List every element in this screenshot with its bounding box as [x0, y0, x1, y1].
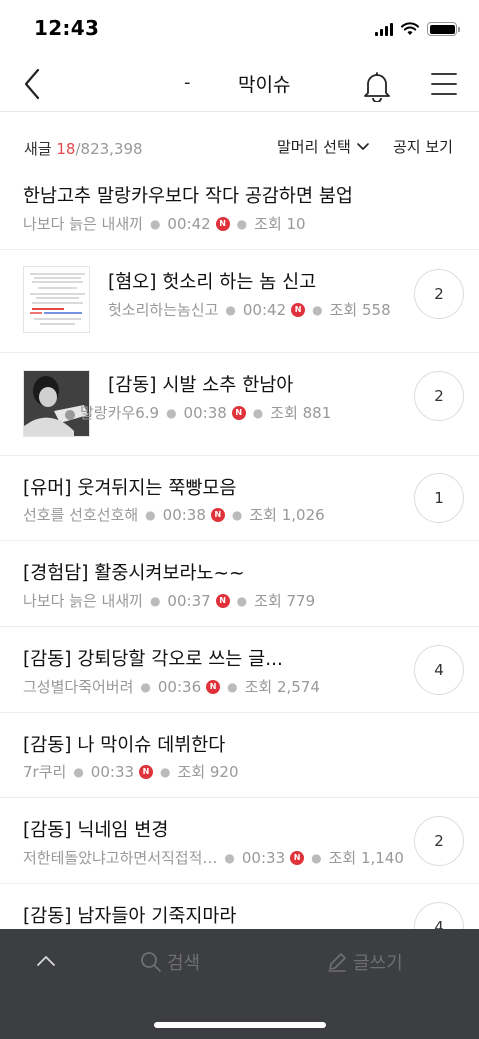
post-time: 00:42 — [167, 214, 211, 233]
post-title: [경험담] 활중시켜보라노~~ — [23, 563, 245, 584]
comment-count-badge[interactable]: 2 — [414, 816, 464, 866]
new-posts-count: 18 — [56, 140, 76, 158]
post-time: 00:33 — [90, 762, 135, 781]
write-label: 글쓰기 — [353, 953, 403, 974]
post-meta: 7r쿠리 ● 00:33 N ● 조회 920 — [23, 762, 239, 782]
bottom-toolbar: 검색 글쓰기 — [0, 929, 479, 1039]
post-author: 저한테돌았냐고하면서직접적… — [23, 849, 218, 867]
new-badge: N — [210, 507, 225, 522]
prefix-select-dropdown[interactable]: 말머리 선택 — [277, 136, 369, 157]
post-author: 나보다 늙은 내새끼 — [23, 592, 143, 610]
post-title: [감동] 강퇴당할 각오로 쓰는 글... — [23, 649, 283, 670]
chevron-down-icon — [356, 142, 369, 150]
new-badge: N — [206, 679, 221, 694]
write-button[interactable]: 글쓰기 — [326, 949, 403, 975]
new-badge: N — [231, 405, 246, 420]
post-title: 한남고추 말랑카우보다 작다 공감하면 붐업 — [23, 186, 353, 207]
list-item[interactable]: [유머] 웃겨뒤지는 쭉빵모음 선호를 선호선호해 ● 00:38 N ● 조회 1,02… — [0, 456, 479, 541]
list-item[interactable]: 한남고추 말랑카우보다 작다 공감하면 붐업 나보다 늙은 내새끼 ● 00:42 N… — [0, 164, 479, 250]
cellular-signal-icon — [375, 22, 393, 36]
chevron-up-icon[interactable] — [34, 949, 58, 973]
post-title: [감동] 나 막이슈 데뷔한다 — [23, 735, 226, 756]
status-time: 12:43 — [34, 16, 100, 40]
post-time: 00:38 — [183, 403, 227, 422]
post-time: 00:36 — [157, 677, 202, 696]
prefix-select-label: 말머리 선택 — [277, 138, 351, 156]
pencil-icon — [328, 953, 346, 972]
battery-icon — [427, 22, 460, 36]
list-item[interactable]: [감동] 나 막이슈 데뷔한다 7r쿠리 ● 00:33 N ● 조회 920 — [0, 713, 479, 798]
status-bar: 12:43 — [0, 0, 479, 56]
post-views: 조회 558 — [329, 301, 391, 319]
post-title: [감동] 닉네임 변경 — [23, 820, 169, 841]
post-time: 00:33 — [241, 848, 286, 867]
post-meta: 저한테돌았냐고하면서직접적… ● 00:33 N ● 조회 1,140 — [23, 848, 404, 868]
new-badge: N — [215, 216, 230, 231]
post-author: 헛소리하는놈신고 — [108, 301, 219, 319]
list-item[interactable]: [감동] 시발 소추 한남아 말랑카우6.9 ● 00:38 N ● 조회 881 2 — [0, 353, 479, 456]
post-meta: 말랑카우6.9 ● 00:38 N ● 조회 881 — [80, 403, 332, 423]
post-meta: 나보다 늙은 내새끼 ● 00:37 N ● 조회 779 — [23, 591, 316, 611]
post-time: 00:38 — [162, 505, 206, 524]
post-title: [감동] 남자들아 기죽지마라 — [23, 906, 237, 927]
back-icon[interactable] — [18, 66, 50, 102]
search-icon — [141, 952, 161, 972]
home-indicator[interactable] — [154, 1022, 326, 1028]
new-posts-label: 새글 — [24, 140, 52, 158]
post-title: [유머] 웃겨뒤지는 쭉빵모음 — [23, 478, 237, 499]
post-views: 조회 1,140 — [328, 849, 404, 867]
comment-count-badge[interactable]: 1 — [414, 473, 464, 523]
new-badge: N — [291, 302, 306, 317]
app-header: - 막이슈 — [0, 56, 479, 112]
status-icons — [375, 22, 460, 36]
post-author: 그성별다죽어버려 — [23, 678, 134, 696]
list-item[interactable]: [감동] 강퇴당할 각오로 쓰는 글... 그성별다죽어버려 ● 00:36 N ● 조회… — [0, 627, 479, 713]
new-badge: N — [139, 764, 154, 779]
post-meta: 나보다 늙은 내새끼 ● 00:42 N ● 조회 10 — [23, 214, 306, 234]
list-item[interactable]: [혐오] 헛소리 하는 놈 신고 헛소리하는놈신고 ● 00:42 N ● 조회 558 … — [0, 250, 479, 353]
post-meta: 그성별다죽어버려 ● 00:36 N ● 조회 2,574 — [23, 677, 320, 697]
post-views: 조회 881 — [270, 404, 332, 422]
comment-count-badge[interactable]: 2 — [414, 269, 464, 319]
post-views: 조회 2,574 — [244, 678, 320, 696]
post-title: [혐오] 헛소리 하는 놈 신고 — [108, 272, 317, 293]
post-author: 나보다 늙은 내새끼 — [23, 215, 143, 233]
post-views: 조회 1,026 — [249, 506, 325, 524]
post-meta: 선호를 선호선호해 ● 00:38 N ● 조회 1,026 — [23, 505, 325, 525]
post-views: 조회 10 — [254, 215, 306, 233]
comment-count-badge[interactable]: 2 — [414, 371, 464, 421]
search-label: 검색 — [167, 953, 201, 974]
wifi-icon — [401, 22, 419, 35]
list-item[interactable]: [경험담] 활중시켜보라노~~ 나보다 늙은 내새끼 ● 00:37 N ● 조회 779 — [0, 541, 479, 627]
post-thumbnail — [23, 266, 90, 333]
post-time: 00:42 — [242, 300, 287, 319]
header-dash: - — [184, 72, 191, 93]
post-views: 조회 779 — [254, 592, 316, 610]
post-author: 선호를 선호선호해 — [23, 506, 139, 524]
page-title: 막이슈 — [238, 74, 291, 96]
notice-view-button[interactable]: 공지 보기 — [393, 136, 453, 157]
comment-count-badge[interactable]: 4 — [414, 645, 464, 695]
hamburger-menu-icon[interactable] — [430, 70, 458, 98]
list-item[interactable]: [감동] 닉네임 변경 저한테돌았냐고하면서직접적… ● 00:33 N ● 조회 1,1… — [0, 798, 479, 884]
search-button[interactable]: 검색 — [140, 949, 200, 975]
new-badge: N — [215, 593, 230, 608]
new-badge: N — [290, 850, 305, 865]
post-title: [감동] 시발 소추 한남아 — [108, 375, 294, 396]
post-meta: 헛소리하는놈신고 ● 00:42 N ● 조회 558 — [108, 300, 391, 320]
post-author: 말랑카우6.9 — [80, 404, 160, 422]
document-thumbnail-image — [24, 267, 89, 332]
post-count: 새글 18/823,398 — [24, 138, 143, 159]
post-time: 00:37 — [167, 591, 211, 610]
list-toolbar: 새글 18/823,398 말머리 선택 공지 보기 — [0, 130, 479, 164]
total-posts-count: /823,398 — [75, 140, 143, 158]
post-author: 7r쿠리 — [23, 763, 67, 781]
post-views: 조회 920 — [177, 763, 239, 781]
bell-icon[interactable] — [360, 68, 394, 102]
